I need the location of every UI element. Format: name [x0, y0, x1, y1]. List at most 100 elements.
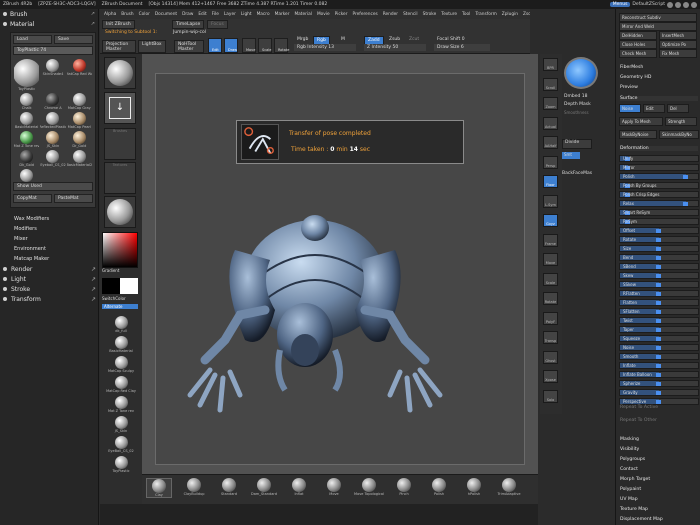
mesh-close-holes-button[interactable]: Close Holes [619, 40, 657, 49]
shelf-l-sym-button[interactable]: L.Sym [543, 194, 558, 208]
material-swatch[interactable]: BasicMaterial2 [67, 150, 92, 167]
deform-rflatten-slider[interactable]: RFlatten [619, 290, 699, 297]
menu-material[interactable]: Material [294, 12, 311, 17]
alternate-button[interactable]: Alternate [102, 304, 138, 309]
shelf-scroll-button[interactable]: Scroll [543, 77, 558, 91]
deform-sflatten-slider[interactable]: SFlatten [619, 308, 699, 315]
deform-mirror-slider[interactable]: Mirror [619, 164, 699, 171]
secondary-color-swatch[interactable] [102, 278, 120, 294]
focus-button[interactable]: Focus [207, 20, 228, 29]
stroke-thumbnail[interactable]: Brushes [104, 128, 136, 160]
quicksketch-button[interactable]: NoHTool Master [174, 40, 204, 53]
init-zbrush-button[interactable]: Init ZBrush [102, 20, 135, 29]
menu-file[interactable]: File [212, 12, 219, 17]
deform-rotate-slider[interactable]: Rotate [619, 236, 699, 243]
material-shortcut[interactable]: Mat Z Tone rev [104, 396, 138, 413]
show-used-button[interactable]: Show Used [13, 182, 93, 191]
menus-button[interactable]: Menus [609, 2, 631, 7]
fibermesh-header[interactable]: FiberMesh [620, 65, 643, 70]
menu-layer[interactable]: Layer [224, 12, 236, 17]
menu-draw[interactable]: Draw [182, 12, 193, 17]
slider-knob[interactable] [656, 238, 661, 242]
skinmask-by-noise-button[interactable]: SkinmaskByNo [659, 130, 699, 139]
slider-knob[interactable] [683, 202, 689, 206]
slider-knob[interactable] [656, 265, 661, 269]
material-swatch[interactable]: ReflectedPlastic [40, 112, 66, 129]
popout-icon[interactable]: ↗ [91, 276, 96, 283]
slider-knob[interactable] [656, 373, 661, 377]
brush-dam-standard[interactable]: Dam_Standard [251, 478, 277, 496]
slider-knob[interactable] [656, 310, 661, 314]
menu-marker[interactable]: Marker [275, 12, 290, 17]
menu-picker[interactable]: Picker [335, 12, 348, 17]
menu-texture[interactable]: Texture [441, 12, 457, 17]
menu-document[interactable]: Document [155, 12, 177, 17]
deform-polish-by-groups-slider[interactable]: Polish By Groups [619, 182, 699, 189]
brush-inflat[interactable]: Inflat [286, 478, 312, 496]
mesh-reconstruct-subdiv-button[interactable]: Reconstruct Subdiv [619, 13, 697, 22]
mesh-optimize-po-button[interactable]: Optimize Po [659, 40, 697, 49]
brush-thumbnail[interactable]: ↓ [104, 92, 136, 124]
surface-header[interactable]: Surface [620, 96, 698, 101]
transform-menu[interactable]: Transform ↗ [0, 294, 99, 304]
slider-knob[interactable] [656, 355, 661, 359]
noise-del-button[interactable]: Del [667, 104, 689, 113]
m-button[interactable]: M [338, 36, 348, 43]
menu-alpha[interactable]: Alpha [104, 12, 116, 17]
smt-toggle[interactable]: Smt [562, 152, 580, 159]
popout-icon[interactable]: ↗ [91, 286, 96, 293]
deformation-header[interactable]: Deformation [620, 146, 698, 151]
zcut-button[interactable]: Zcut [406, 36, 422, 43]
menu-uv-map[interactable]: UV Map [620, 497, 638, 502]
slider-knob[interactable] [656, 247, 661, 251]
slider-knob[interactable] [656, 256, 661, 260]
mrgb-button[interactable]: Mrgb [294, 36, 311, 43]
brush-standard[interactable]: Standard [216, 478, 242, 496]
shelf-transp-button[interactable]: Transp [543, 331, 558, 344]
menu-brush[interactable]: Brush [121, 12, 133, 17]
shelf-polyf-button[interactable]: PolyF [543, 311, 558, 325]
menu-zscript[interactable]: Zscript [523, 12, 530, 17]
brush-pinch[interactable]: Pinch [391, 478, 417, 496]
shelf-solo-button[interactable]: Solo [543, 389, 558, 403]
slider-knob[interactable] [656, 364, 661, 368]
slider-knob[interactable] [656, 301, 661, 305]
brush-trimadaptive[interactable]: TrimAdaptive [496, 478, 522, 496]
sculpt-model[interactable] [185, 190, 445, 420]
material-swatch[interactable]: Dk_Gold [14, 150, 39, 167]
deform-offset-slider[interactable]: Offset [619, 227, 699, 234]
repeat-to-other-button[interactable]: Repeat To Other [620, 418, 657, 423]
deform-skew-slider[interactable]: Skew [619, 272, 699, 279]
dynamesh-readout[interactable]: Dmbed 18 [564, 94, 588, 99]
material-swatch[interactable]: MatCap Pearl [67, 112, 92, 129]
material-swatch[interactable]: Dr_Gold [67, 131, 92, 148]
environment-item[interactable]: Environment [0, 244, 99, 254]
timelapse-button[interactable]: TimeLapse [172, 20, 205, 29]
mesh-fix-mesh-button[interactable]: Fix Mesh [659, 49, 697, 58]
shelf-bpr-button[interactable]: BPR [543, 58, 558, 71]
material-shortcut[interactable]: ToyPlastic [104, 456, 138, 473]
menu-movie[interactable]: Movie [317, 12, 330, 17]
popout-icon[interactable]: ↗ [91, 266, 96, 273]
slider-knob[interactable] [656, 229, 661, 233]
light-menu[interactable]: Light ↗ [0, 274, 99, 284]
menu-masking[interactable]: Masking [620, 437, 639, 442]
deform-bend-slider[interactable]: Bend [619, 254, 699, 261]
load-button[interactable]: Load [13, 35, 52, 44]
depth-mask-button[interactable]: Depth Mask [564, 102, 591, 107]
slider-knob[interactable] [656, 391, 661, 395]
brush-move[interactable]: Move [321, 478, 347, 496]
slider-knob[interactable] [656, 337, 661, 341]
deform-twist-slider[interactable]: Twist [619, 317, 699, 324]
material-shortcut[interactable]: MatCap Sculpy [104, 356, 138, 373]
material-swatch[interactable]: JS_Skin [40, 131, 65, 148]
switch-color-label[interactable]: SwitchColor [102, 296, 126, 301]
deform-smooth-slider[interactable]: Smooth [619, 353, 699, 360]
material-swatch[interactable]: ToyPlastic [14, 59, 40, 91]
material-shortcut[interactable]: dk_full [104, 316, 138, 333]
menu-transform[interactable]: Transform [475, 12, 496, 17]
menu-color[interactable]: Color [139, 12, 150, 17]
menu-polypaint[interactable]: Polypaint [620, 487, 641, 492]
brush-hpolish[interactable]: hPolish [461, 478, 487, 496]
slider-knob[interactable] [656, 274, 661, 278]
